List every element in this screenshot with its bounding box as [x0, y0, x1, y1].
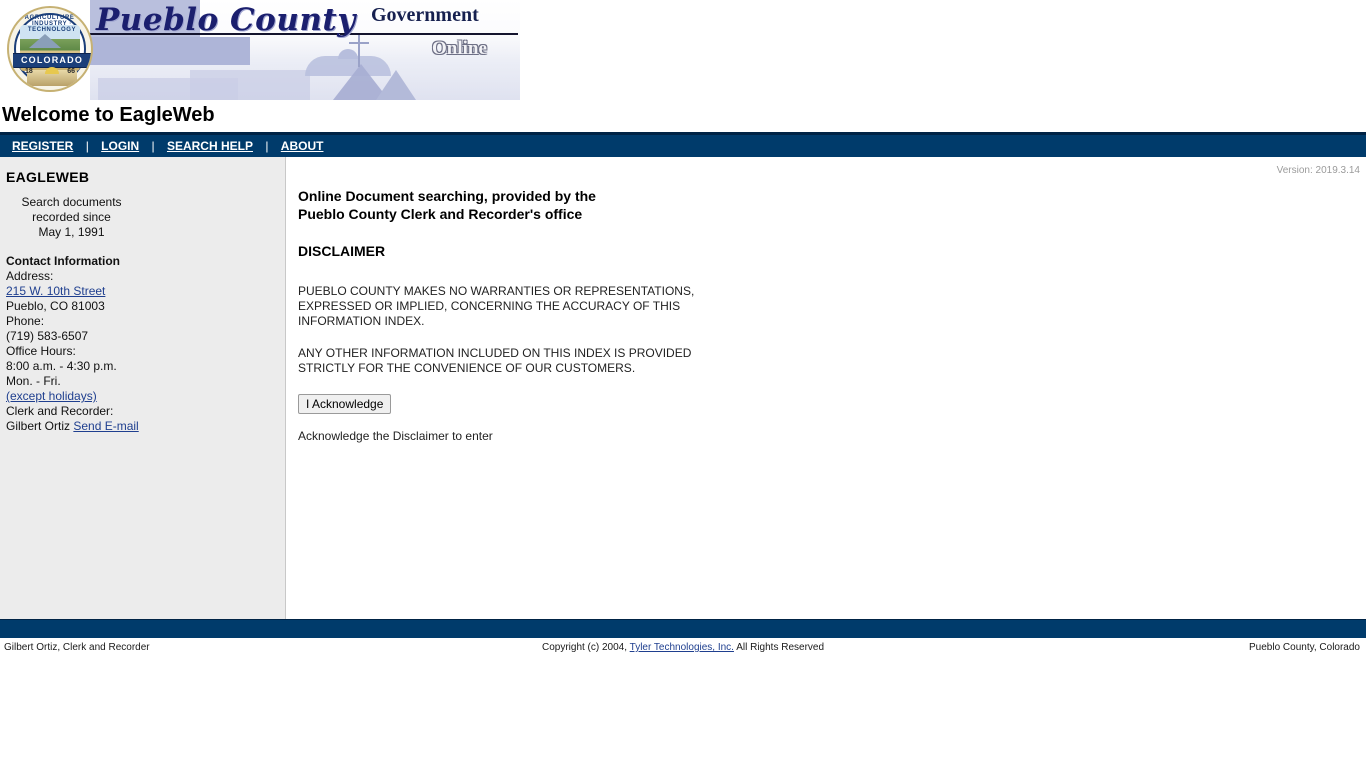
banner-online-word: Online — [432, 38, 487, 59]
nav-link-register[interactable]: REGISTER — [12, 139, 73, 153]
banner-county-wordmark: Pueblo County — [96, 2, 356, 38]
contact-phone-value: (719) 583-6507 — [6, 329, 89, 343]
seal-year-left: 18 — [25, 68, 33, 75]
contact-address-label: Address: — [6, 269, 54, 283]
nav-separator: | — [151, 139, 155, 153]
banner-spire-shape — [358, 35, 360, 67]
banner-spire-crossbar-shape — [349, 42, 369, 44]
disclaimer-paragraph-1: PUEBLO COUNTY MAKES NO WARRANTIES OR REP… — [298, 284, 695, 328]
footer-tyler-technologies-link[interactable]: Tyler Technologies, Inc. — [630, 642, 734, 653]
seal-mountain-shape — [29, 34, 61, 48]
search-since-line-2: recorded since — [32, 210, 111, 224]
footer-copyright-suffix: All Rights Reserved — [736, 642, 825, 653]
footer-text-row: Gilbert Ortiz, Clerk and Recorder Copyri… — [0, 638, 1366, 660]
search-since-line-3: May 1, 1991 — [38, 225, 105, 239]
sidebar-contact-block: Contact Information Address: 215 W. 10th… — [0, 240, 285, 434]
main-panel: Version: 2019.3.14 Online Document searc… — [287, 157, 1366, 619]
acknowledge-hint-text: Acknowledge the Disclaimer to enter — [298, 429, 493, 443]
contact-phone-label: Phone: — [6, 314, 45, 328]
site-banner: Pueblo County Government Online AGRICULT… — [0, 0, 520, 100]
nav-link-about[interactable]: ABOUT — [281, 139, 324, 153]
disclaimer-paragraph-2: ANY OTHER INFORMATION INCLUDED ON THIS I… — [298, 346, 692, 375]
footer-copyright-prefix: Copyright (c) 2004, — [541, 642, 628, 653]
contact-clerk-name: Gilbert Ortiz — [6, 419, 71, 433]
banner-roof-peak-shape — [376, 70, 416, 100]
banner-dome-top-shape — [338, 49, 358, 59]
sidebar: EAGLEWEB Search documents recorded since… — [0, 157, 286, 619]
version-label: Version: 2019.3.14 — [1276, 165, 1360, 176]
banner-government-word: Government — [371, 4, 479, 26]
sidebar-search-since-block: Search documents recorded since May 1, 1… — [0, 185, 285, 240]
i-acknowledge-button[interactable]: I Acknowledge — [298, 394, 392, 414]
disclaimer-heading: DISCLAIMER — [298, 243, 386, 259]
seal-state-band: COLORADO — [13, 53, 91, 68]
seal-year-right: 66 — [67, 68, 75, 75]
contact-heading: Contact Information — [6, 254, 120, 268]
footer-location-text: Pueblo County, Colorado — [1249, 642, 1360, 653]
seal-state-label: COLORADO — [20, 55, 84, 65]
main-intro-heading: Online Document searching, provided by t… — [298, 187, 1366, 223]
seal-sun-shape — [45, 67, 59, 74]
contact-days-value: Mon. - Fri. — [6, 374, 61, 388]
footer-copyright: Copyright (c) 2004, Tyler Technologies, … — [0, 642, 1366, 653]
contact-clerk-label: Clerk and Recorder: — [6, 404, 114, 418]
content-area: EAGLEWEB Search documents recorded since… — [0, 157, 1366, 619]
banner-building-silhouette — [90, 37, 250, 65]
contact-city-state-zip: Pueblo, CO 81003 — [6, 299, 105, 313]
main-intro-line-2: Pueblo County Clerk and Recorder's offic… — [298, 206, 583, 222]
banner-building-silhouette — [190, 70, 310, 100]
nav-separator: | — [85, 139, 89, 153]
page-title: Welcome to EagleWeb — [2, 104, 215, 126]
contact-send-email-link[interactable]: Send E-mail — [73, 419, 138, 433]
footer-bar — [0, 619, 1366, 638]
search-since-line-1: Search documents — [21, 195, 122, 209]
contact-address-link[interactable]: 215 W. 10th Street — [6, 284, 105, 298]
seal-outer-text: AGRICULTURE · INDUSTRY · TECHNOLOGY — [24, 15, 80, 33]
contact-holidays-link[interactable]: (except holidays) — [6, 389, 97, 403]
nav-separator: | — [265, 139, 269, 153]
contact-hours-label: Office Hours: — [6, 344, 76, 358]
sidebar-heading: EAGLEWEB — [6, 169, 90, 185]
main-intro-line-1: Online Document searching, provided by t… — [298, 188, 596, 204]
nav-link-search-help[interactable]: SEARCH HELP — [167, 139, 253, 153]
nav-link-login[interactable]: LOGIN — [101, 139, 139, 153]
contact-hours-value: 8:00 a.m. - 4:30 p.m. — [6, 359, 117, 373]
pueblo-county-seal-icon: AGRICULTURE · INDUSTRY · TECHNOLOGY COLO… — [7, 6, 93, 92]
main-navigation-bar: REGISTER | LOGIN | SEARCH HELP | ABOUT — [0, 132, 1366, 157]
